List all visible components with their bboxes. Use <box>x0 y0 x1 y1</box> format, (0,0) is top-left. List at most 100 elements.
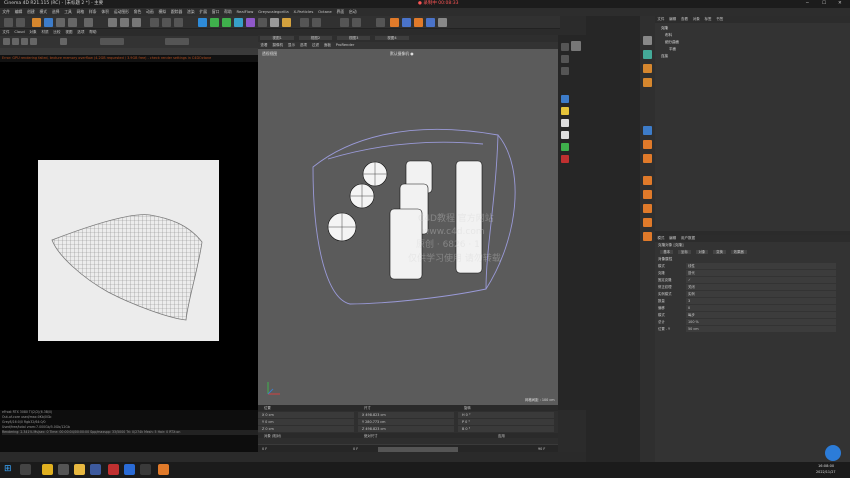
minimize-icon[interactable]: ─ <box>806 0 809 8</box>
app-icon[interactable] <box>158 464 169 475</box>
menu-item[interactable]: 创建 <box>27 9 35 14</box>
pause-icon[interactable] <box>12 38 19 45</box>
plugin-icon[interactable] <box>643 204 652 213</box>
am-menu-item[interactable]: 用户数据 <box>681 236 695 240</box>
attribute-value[interactable]: 100 % <box>686 319 836 325</box>
om-menu-item[interactable]: 书签 <box>716 17 723 21</box>
polygons-mode-icon[interactable] <box>561 67 569 75</box>
menu-item[interactable]: 渲染 <box>187 9 195 14</box>
render-view-icon[interactable] <box>162 18 171 27</box>
clock-time[interactable]: 16:08:00 <box>818 464 834 468</box>
object-row[interactable]: 平面 <box>669 46 676 52</box>
axis-y-icon[interactable] <box>108 18 117 27</box>
viewport-menu-item[interactable]: 显示 <box>288 43 295 47</box>
viewport-menu-item[interactable]: 摄像机 <box>272 43 283 47</box>
cloner-icon[interactable] <box>234 18 243 27</box>
attribute-value[interactable]: 关闭 <box>686 284 836 290</box>
menu-item[interactable]: Octane <box>318 9 332 14</box>
coord-field[interactable]: H 0 ° <box>458 412 554 418</box>
render-menu-item[interactable]: 对象 <box>29 30 36 34</box>
viewport-menu-item[interactable]: 选项 <box>300 43 307 47</box>
attribute-value[interactable]: 迭代 <box>686 270 836 276</box>
am-menu-item[interactable]: 编辑 <box>669 236 676 240</box>
coord-field[interactable]: Z 498.823 cm <box>358 426 454 432</box>
camera-icon[interactable] <box>270 18 279 27</box>
menu-item[interactable]: 跟踪器 <box>171 9 182 14</box>
plugin-icon[interactable] <box>643 140 652 149</box>
app-icon[interactable] <box>58 464 69 475</box>
scene-icon[interactable] <box>258 18 267 27</box>
undo-icon[interactable] <box>4 18 13 27</box>
windows-start-icon[interactable]: ⊞ <box>4 464 15 475</box>
plugin-icon[interactable] <box>643 64 652 73</box>
attribute-row[interactable]: 固定克隆 ✓ <box>658 277 846 283</box>
restart-icon[interactable] <box>21 38 28 45</box>
om-menu-item[interactable]: 对象 <box>693 17 700 21</box>
model-mode-icon[interactable] <box>571 41 581 51</box>
timeline-ruler[interactable] <box>258 438 558 445</box>
attribute-row[interactable]: 位置 . Y 50 cm <box>658 326 846 332</box>
menu-item[interactable]: 窗口 <box>212 9 220 14</box>
plugin-icon[interactable] <box>643 36 652 45</box>
render-menu-item[interactable]: 帮助 <box>89 30 96 34</box>
viewport-menu-item[interactable]: 查看 <box>260 43 267 47</box>
plugin-c-icon[interactable] <box>438 18 447 27</box>
om-menu-item[interactable]: 编辑 <box>669 17 676 21</box>
attribute-value[interactable]: 0 <box>686 305 836 311</box>
deformer-icon[interactable] <box>246 18 255 27</box>
object-row[interactable]: 克隆 <box>661 25 668 31</box>
sphere-icon[interactable] <box>561 119 569 127</box>
xp-icon[interactable] <box>402 18 411 27</box>
attribute-row[interactable]: 克隆 迭代 <box>658 270 846 276</box>
attribute-subtab[interactable]: 坐标 <box>677 250 691 254</box>
clock-date[interactable]: 2022/11/27 <box>816 470 836 474</box>
tool-e-icon[interactable] <box>376 18 385 27</box>
stop-icon[interactable] <box>30 38 37 45</box>
menu-item[interactable]: RealFlow <box>237 9 254 14</box>
channel-dropdown[interactable] <box>165 38 189 45</box>
app-icon[interactable] <box>124 464 135 475</box>
plugin-icon[interactable] <box>643 218 652 227</box>
am-menu-item[interactable]: 模式 <box>657 236 664 240</box>
snap-icon[interactable] <box>561 95 569 103</box>
light-icon[interactable] <box>282 18 291 27</box>
axis-z-icon[interactable] <box>120 18 129 27</box>
plugin-icon[interactable] <box>643 126 652 135</box>
viewport-tab[interactable]: 视图1 <box>260 36 294 40</box>
om-menu-item[interactable]: 查看 <box>681 17 688 21</box>
object-row[interactable]: 布料 <box>665 32 672 38</box>
attribute-value[interactable]: 每步 <box>686 312 836 318</box>
menu-item[interactable]: 模式 <box>40 9 48 14</box>
move-icon[interactable] <box>44 18 53 27</box>
scale-icon[interactable] <box>56 18 65 27</box>
plugin-icon[interactable] <box>643 176 652 185</box>
render-menu-item[interactable]: Cloud <box>14 30 24 34</box>
plugin-a-icon[interactable] <box>414 18 423 27</box>
attribute-value[interactable]: ✓ <box>686 277 836 283</box>
plugin-icon[interactable] <box>643 190 652 199</box>
folder-icon[interactable] <box>74 464 85 475</box>
edges-mode-icon[interactable] <box>561 55 569 63</box>
maximize-icon[interactable]: ☐ <box>822 0 826 8</box>
close-icon[interactable]: ✕ <box>838 0 842 8</box>
search-icon[interactable] <box>20 464 31 475</box>
viewport-menu-item[interactable]: 过滤 <box>312 43 319 47</box>
camera-name[interactable]: 默认摄像机 ● <box>390 51 414 57</box>
chrome-icon[interactable] <box>42 464 53 475</box>
object-row[interactable]: 连接 <box>661 53 668 59</box>
plugin-icon[interactable] <box>643 50 652 59</box>
attribute-subtab[interactable]: 对象 <box>695 250 709 254</box>
menu-item[interactable]: 扩展 <box>199 9 207 14</box>
attribute-value[interactable]: 线性 <box>686 263 836 269</box>
om-menu-item[interactable]: 标签 <box>705 17 712 21</box>
viewport-menu-item[interactable]: ProRender <box>336 43 355 47</box>
points-mode-icon[interactable] <box>561 43 569 51</box>
plugin-icon[interactable] <box>643 78 652 87</box>
coord-field[interactable]: Y 280.773 cm <box>358 419 454 425</box>
rotate-icon[interactable] <box>68 18 77 27</box>
render-menu-item[interactable]: 选项 <box>77 30 84 34</box>
coord-field[interactable]: X 0 cm <box>258 412 354 418</box>
attribute-row[interactable]: 模式 线性 <box>658 263 846 269</box>
start-frame[interactable]: 0 F <box>262 447 267 451</box>
menu-item[interactable]: 文件 <box>2 9 10 14</box>
